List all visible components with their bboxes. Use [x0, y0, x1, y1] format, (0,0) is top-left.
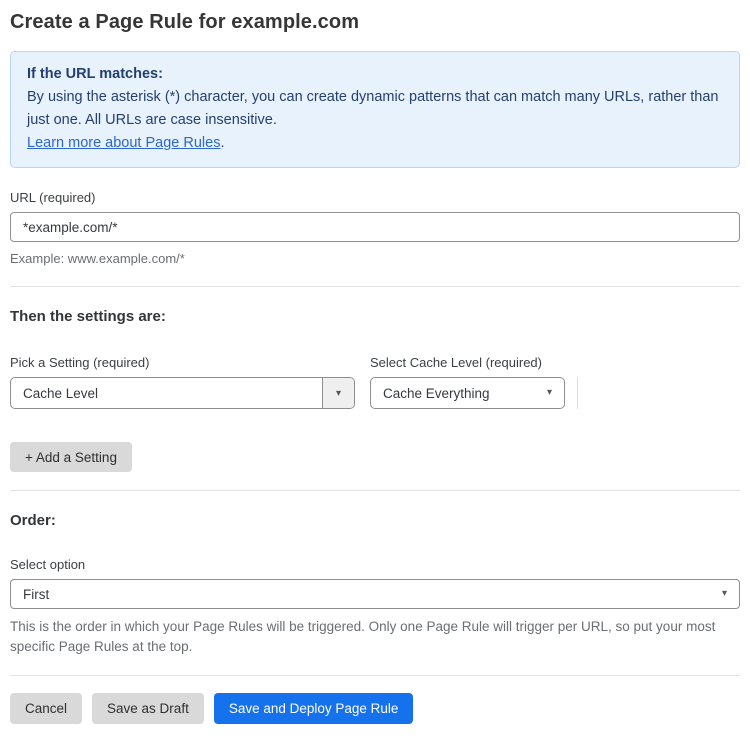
order-field-group: Select option First ▾ This is the order …	[10, 557, 740, 657]
cache-level-select-label: Select Cache Level (required)	[370, 355, 542, 370]
url-field-label: URL (required)	[10, 190, 96, 205]
actions-row: Cancel Save as Draft Save and Deploy Pag…	[10, 693, 740, 724]
learn-more-link[interactable]: Learn more about Page Rules	[27, 135, 220, 151]
setting-select-group: Pick a Setting (required) Cache Level ▾	[10, 355, 355, 409]
add-setting-button[interactable]: + Add a Setting	[10, 442, 132, 472]
cache-level-select[interactable]: Cache Everything ▾	[370, 377, 565, 409]
cache-level-select-group: Select Cache Level (required) Cache Ever…	[370, 355, 565, 409]
order-section-heading: Order:	[10, 512, 56, 529]
divider	[10, 490, 740, 491]
order-select[interactable]: First ▾	[10, 579, 740, 609]
divider	[10, 286, 740, 287]
chevron-down-icon: ▾	[721, 588, 727, 599]
url-match-info-box: If the URL matches: By using the asteris…	[10, 51, 740, 168]
page-rule-form: Create a Page Rule for example.com If th…	[0, 0, 750, 744]
cancel-button[interactable]: Cancel	[10, 693, 83, 724]
save-as-draft-button[interactable]: Save as Draft	[92, 693, 204, 724]
info-box-body: By using the asterisk (*) character, you…	[27, 89, 719, 128]
divider	[10, 675, 740, 676]
order-helper-text: This is the order in which your Page Rul…	[10, 619, 716, 654]
info-box-link-line: Learn more about Page Rules.	[27, 132, 723, 155]
setting-select-label: Pick a Setting (required)	[10, 355, 150, 370]
settings-row: Pick a Setting (required) Cache Level ▾ …	[10, 355, 740, 409]
save-and-deploy-button[interactable]: Save and Deploy Page Rule	[213, 693, 414, 724]
url-field-group: URL (required) Example: www.example.com/…	[10, 190, 740, 268]
order-select-label: Select option	[10, 557, 86, 572]
chevron-down-icon: ▾	[546, 387, 552, 398]
info-box-heading: If the URL matches:	[27, 66, 163, 82]
cache-level-select-value: Cache Everything	[383, 385, 490, 401]
setting-select-value: Cache Level	[23, 385, 99, 401]
vertical-separator	[577, 377, 578, 409]
page-title: Create a Page Rule for example.com	[10, 11, 360, 33]
setting-select[interactable]: Cache Level ▾	[10, 377, 355, 409]
add-setting-wrap: + Add a Setting	[10, 442, 740, 472]
settings-section-heading: Then the settings are:	[10, 308, 166, 325]
url-input[interactable]	[10, 212, 740, 242]
url-helper-text: Example: www.example.com/*	[10, 251, 185, 266]
order-select-value: First	[23, 586, 50, 602]
chevron-down-icon[interactable]: ▾	[322, 378, 354, 408]
link-suffix: .	[220, 135, 225, 151]
